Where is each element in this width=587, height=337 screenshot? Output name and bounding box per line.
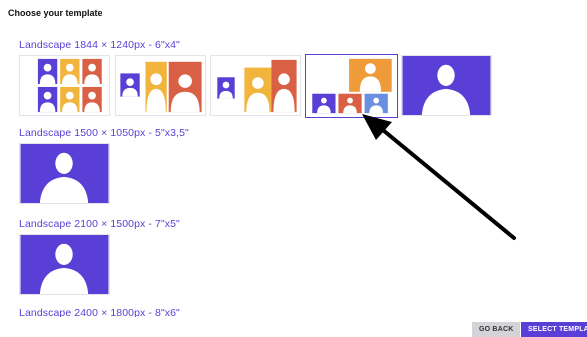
go-back-button[interactable]: GO BACK: [472, 322, 521, 337]
template-single-photo-2100-preview: [20, 235, 109, 294]
template-single-photo-preview: [402, 56, 491, 115]
template-three-photos-alt-preview: [211, 56, 300, 115]
page-title: Choose your template: [8, 8, 103, 18]
template-single-photo-1500[interactable]: [19, 143, 110, 204]
template-single-photo-1500-preview: [20, 144, 109, 203]
template-three-photos[interactable]: [115, 55, 206, 116]
template-single-photo[interactable]: [401, 55, 492, 116]
section-label-2100x1500: Landscape 2100 × 1500px - 7"x5": [19, 218, 180, 230]
template-single-photo-2100[interactable]: [19, 234, 110, 295]
template-three-photos-preview: [116, 56, 205, 115]
select-template-button[interactable]: SELECT TEMPLATE: [521, 322, 587, 337]
template-three-photos-alt[interactable]: [210, 55, 301, 116]
template-multi-photo-preview: [306, 55, 397, 117]
template-grid-6-preview: [20, 56, 109, 115]
template-multi-photo-1-large-3-small[interactable]: [305, 54, 398, 118]
template-grid-6-photos[interactable]: [19, 55, 110, 116]
section-label-1844x1240: Landscape 1844 × 1240px - 6"x4": [19, 39, 180, 51]
section-label-1500x1050: Landscape 1500 × 1050px - 5"x3,5": [19, 127, 189, 139]
section-label-2400x1800: Landscape 2400 × 1800px - 8"x6": [19, 307, 180, 317]
